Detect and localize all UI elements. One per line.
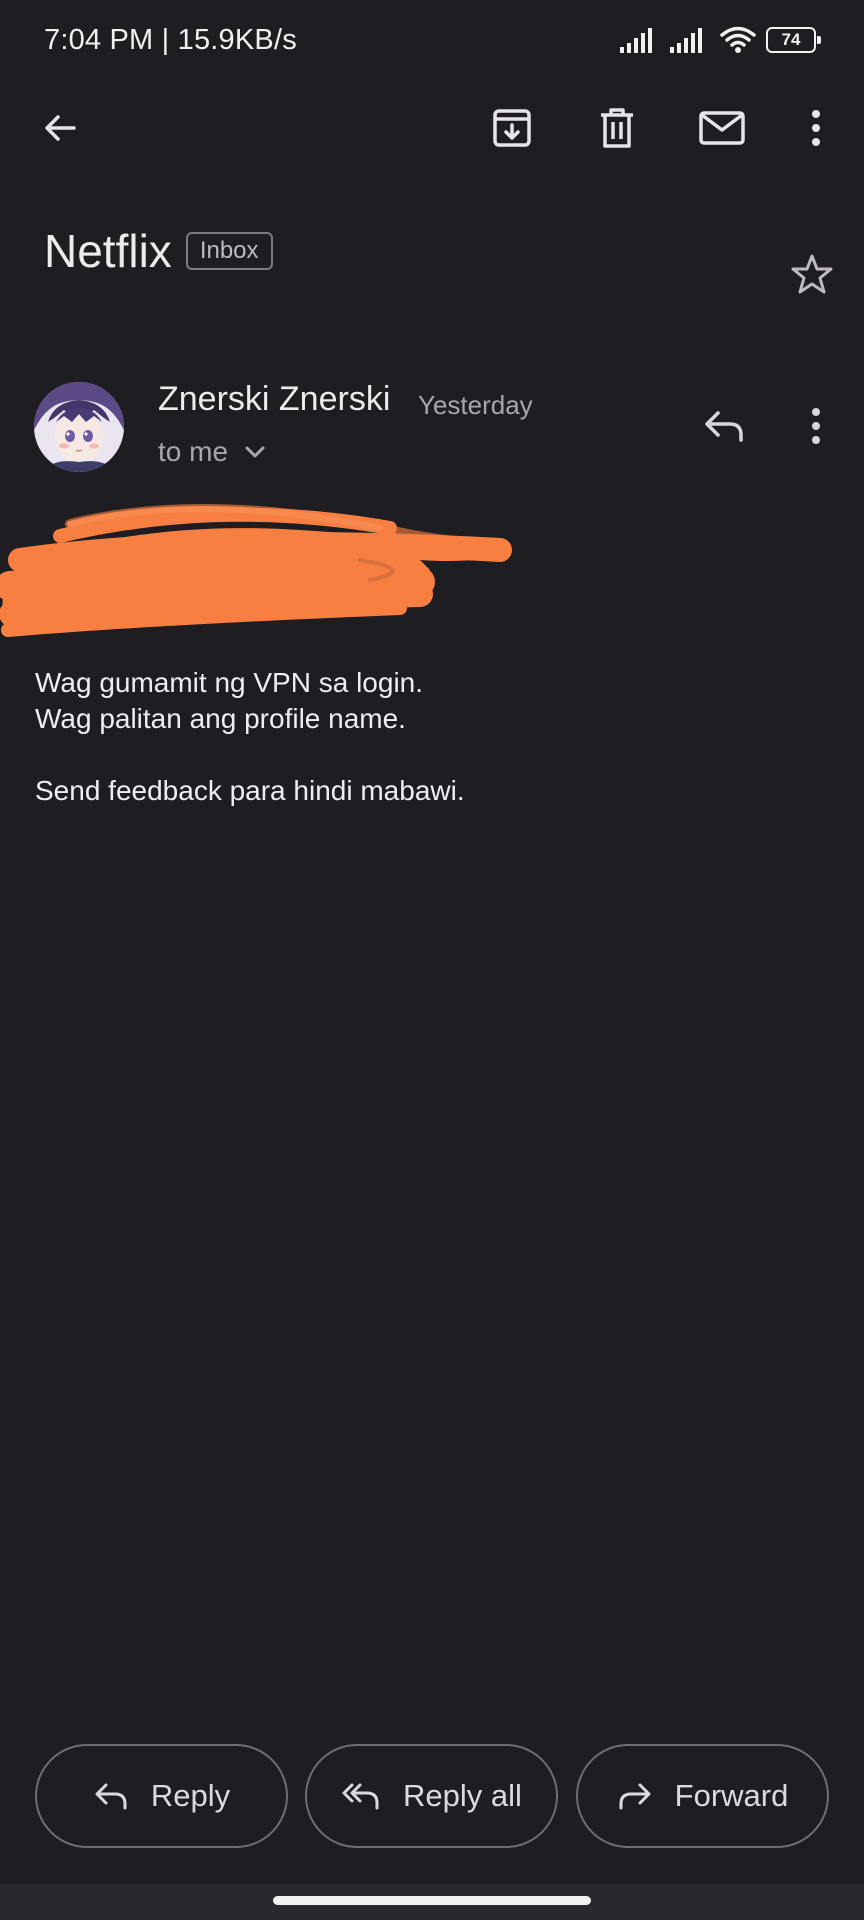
body-line: Send feedback para hindi mabawi. xyxy=(35,775,465,806)
trash-icon xyxy=(601,108,633,148)
body-line: Wag gumamit ng VPN sa login. xyxy=(35,667,424,698)
recipient-text: to me xyxy=(158,436,229,467)
battery-level: 74 xyxy=(781,30,801,49)
email-screen: 7:04 PM | 15.9KB/s 74 Netflix Inbox Zner… xyxy=(0,0,864,1920)
inbox-label-chip[interactable]: Inbox xyxy=(185,232,273,270)
archive-button[interactable] xyxy=(480,96,544,160)
archive-icon xyxy=(493,109,531,147)
email-body: Wag gumamit ng VPN sa login. Wag palitan… xyxy=(35,665,465,809)
back-button[interactable] xyxy=(28,96,92,160)
redaction-scribble xyxy=(0,503,512,637)
mail-icon xyxy=(699,111,745,145)
email-subject-row: Netflix Inbox xyxy=(44,224,273,278)
mark-unread-button[interactable] xyxy=(690,96,754,160)
signal-icon xyxy=(670,28,702,53)
more-vert-icon xyxy=(812,408,820,444)
status-time-speed: 7:04 PM | 15.9KB/s xyxy=(44,24,297,56)
status-bar: 7:04 PM | 15.9KB/s 74 xyxy=(0,0,864,84)
forward-button[interactable]: Forward xyxy=(576,1744,829,1848)
reply-icon xyxy=(95,1783,127,1810)
star-button[interactable] xyxy=(782,244,842,304)
delete-button[interactable] xyxy=(585,96,649,160)
email-actions: Reply Reply all Forward xyxy=(35,1744,829,1848)
home-indicator[interactable] xyxy=(273,1896,591,1905)
star-icon xyxy=(791,254,833,294)
forward-label: Forward xyxy=(674,1778,789,1813)
forward-icon xyxy=(619,1783,651,1810)
chevron-down-icon xyxy=(245,446,265,458)
wifi-icon xyxy=(720,26,756,53)
reply-button[interactable]: Reply xyxy=(35,1744,288,1848)
reply-icon xyxy=(705,411,743,442)
battery-icon: 74 xyxy=(766,27,821,53)
sender-avatar[interactable] xyxy=(34,382,124,472)
reply-all-button[interactable]: Reply all xyxy=(305,1744,558,1848)
more-vert-icon xyxy=(812,110,820,146)
more-options-button[interactable] xyxy=(784,96,848,160)
status-icons: 74 xyxy=(620,26,821,54)
quick-reply-button[interactable] xyxy=(694,396,754,456)
recipient-toggle[interactable]: to me xyxy=(158,436,266,468)
avatar-image xyxy=(34,382,124,472)
sender-name: Znerski Znerski xyxy=(158,380,391,418)
reply-label: Reply xyxy=(150,1778,231,1813)
signal-icon xyxy=(620,28,652,53)
reply-all-label: Reply all xyxy=(403,1778,522,1813)
email-time: Yesterday xyxy=(418,390,533,420)
email-subject: Netflix xyxy=(44,225,172,277)
message-more-button[interactable] xyxy=(786,396,846,456)
body-line: Wag palitan ang profile name. xyxy=(35,703,406,734)
reply-all-icon xyxy=(342,1783,379,1810)
arrow-left-icon xyxy=(45,115,76,141)
